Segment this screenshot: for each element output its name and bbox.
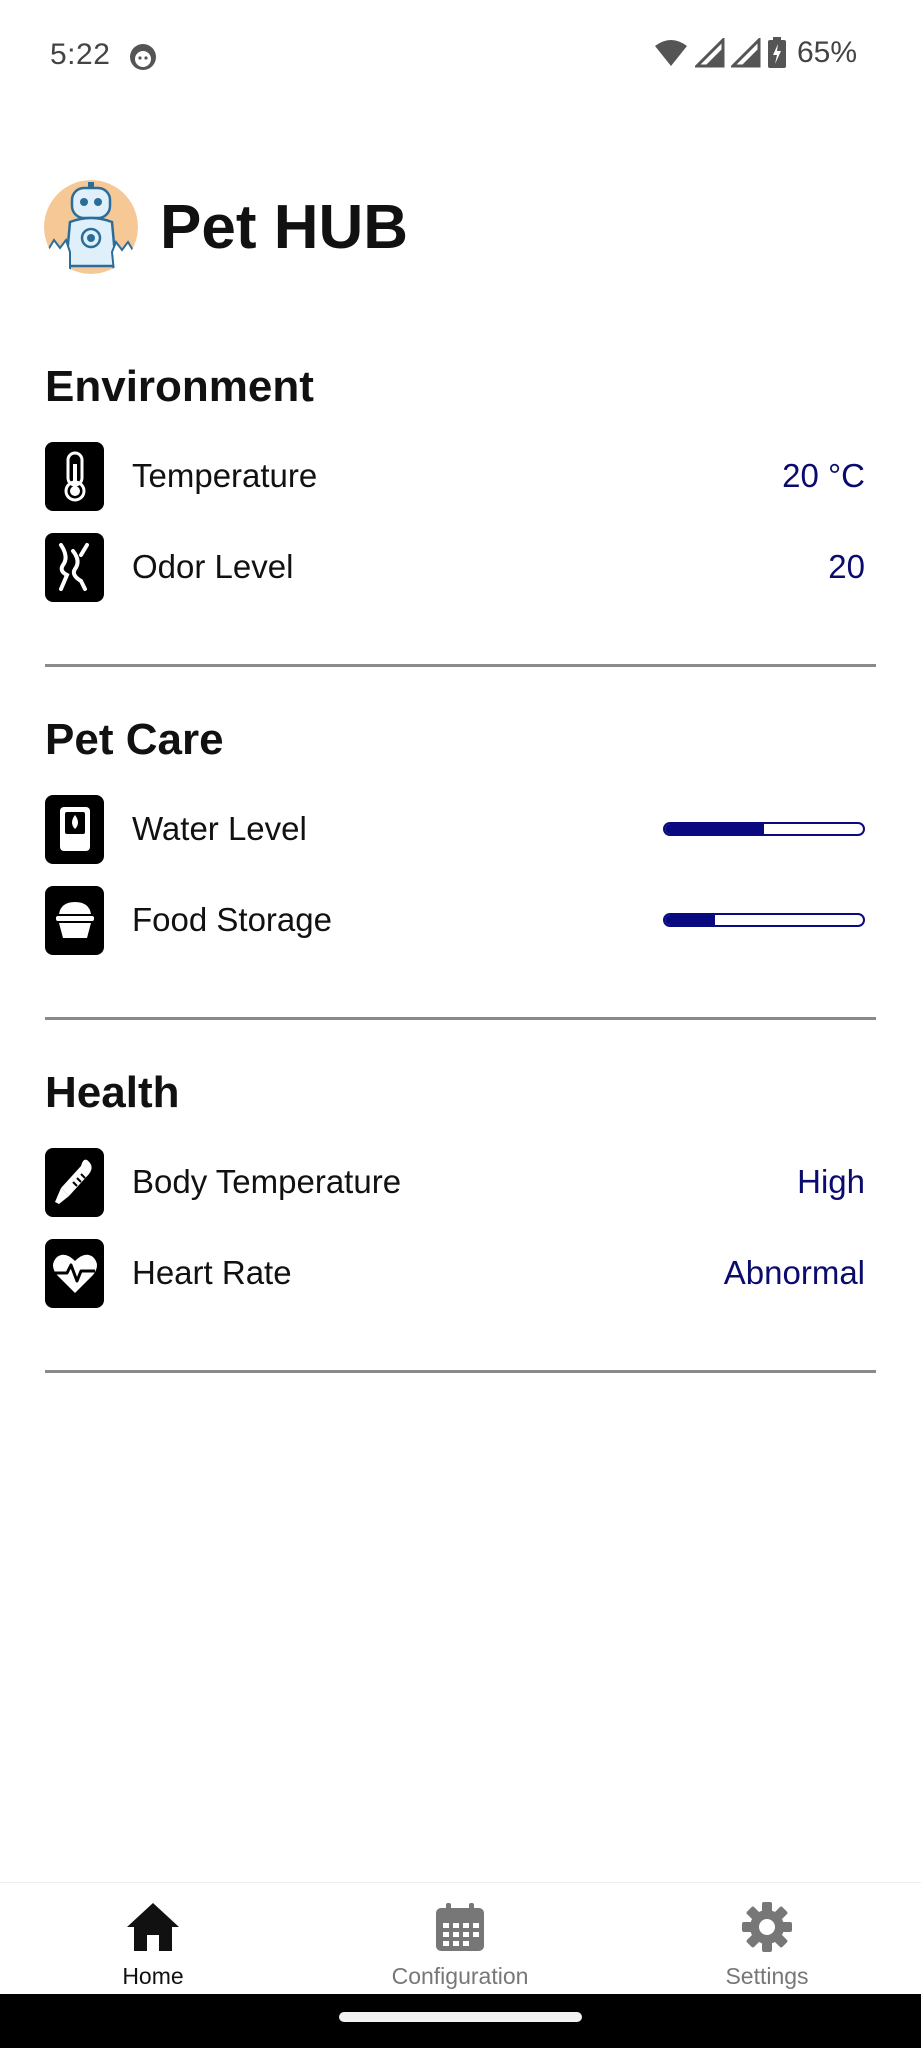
- odor-level-value: 20: [828, 548, 865, 585]
- cell-signal-icon: [694, 38, 725, 68]
- status-bar: 5:22 65%: [0, 0, 921, 115]
- body-temperature-label: Body Temperature: [132, 1163, 402, 1200]
- temperature-label: Temperature: [132, 457, 318, 494]
- app-header: Pet HUB: [44, 180, 408, 274]
- water-container-icon: [45, 794, 104, 864]
- nav-settings[interactable]: Settings: [667, 1883, 867, 1995]
- water-level-label: Water Level: [132, 810, 307, 847]
- cell-signal-icon-2: [730, 38, 761, 68]
- status-indicators: 65%: [653, 36, 857, 70]
- home-gesture-handle[interactable]: [339, 2012, 582, 2022]
- odor-level-label: Odor Level: [132, 548, 294, 585]
- system-gesture-bar: [0, 1994, 921, 2048]
- battery-charging-icon: [767, 37, 787, 69]
- food-bowl-icon: [45, 885, 104, 955]
- gear-icon: [737, 1897, 797, 1957]
- heart-rate-icon: [45, 1238, 104, 1308]
- environment-section: Environment Temperature 20 °C Odor Level…: [45, 362, 876, 668]
- pet-care-section: Pet Care Water Level Food Storage: [45, 715, 876, 1021]
- nav-configuration[interactable]: Configuration: [360, 1883, 560, 1995]
- list-item-odor-level[interactable]: Odor Level 20: [45, 532, 865, 602]
- section-title-health: Health: [45, 1068, 180, 1117]
- battery-percent: 65%: [796, 36, 857, 69]
- section-title-pet-care: Pet Care: [45, 715, 224, 764]
- bottom-navigation: Home Configuration Settings: [0, 1882, 921, 1994]
- section-divider: [45, 1370, 876, 1373]
- body-temperature-value: High: [797, 1163, 865, 1200]
- list-item-water-level[interactable]: Water Level: [45, 794, 865, 864]
- nav-home[interactable]: Home: [53, 1883, 253, 1995]
- heart-rate-label: Heart Rate: [132, 1254, 292, 1291]
- nav-home-label: Home: [122, 1963, 184, 1989]
- notification-face-icon: [128, 42, 158, 72]
- calendar-icon: [430, 1897, 490, 1957]
- list-item-body-temperature[interactable]: Body Temperature High: [45, 1147, 865, 1217]
- page-title: Pet HUB: [160, 192, 409, 262]
- odor-icon: [45, 532, 104, 602]
- temperature-value: 20 °C: [782, 457, 865, 494]
- food-storage-label: Food Storage: [132, 901, 332, 938]
- water-level-progress: [663, 822, 865, 836]
- list-item-heart-rate[interactable]: Heart Rate Abnormal: [45, 1238, 865, 1308]
- section-divider: [45, 664, 876, 667]
- home-icon: [123, 1897, 183, 1957]
- nav-configuration-label: Configuration: [391, 1963, 529, 1989]
- list-item-temperature[interactable]: Temperature 20 °C: [45, 441, 865, 511]
- health-section: Health Body Temperature High Heart Rate …: [45, 1068, 876, 1374]
- thermometer-icon: [45, 441, 104, 511]
- status-time: 5:22: [50, 38, 111, 71]
- heart-rate-value: Abnormal: [723, 1254, 865, 1291]
- section-title-environment: Environment: [45, 362, 314, 411]
- medical-thermometer-icon: [45, 1147, 104, 1217]
- list-item-food-storage[interactable]: Food Storage: [45, 885, 865, 955]
- water-level-progress-fill: [665, 824, 764, 834]
- section-divider: [45, 1017, 876, 1020]
- food-storage-progress-fill: [665, 915, 715, 925]
- nav-settings-label: Settings: [725, 1963, 809, 1989]
- app-logo-icon: [44, 180, 138, 274]
- wifi-icon: [653, 38, 689, 68]
- food-storage-progress: [663, 913, 865, 927]
